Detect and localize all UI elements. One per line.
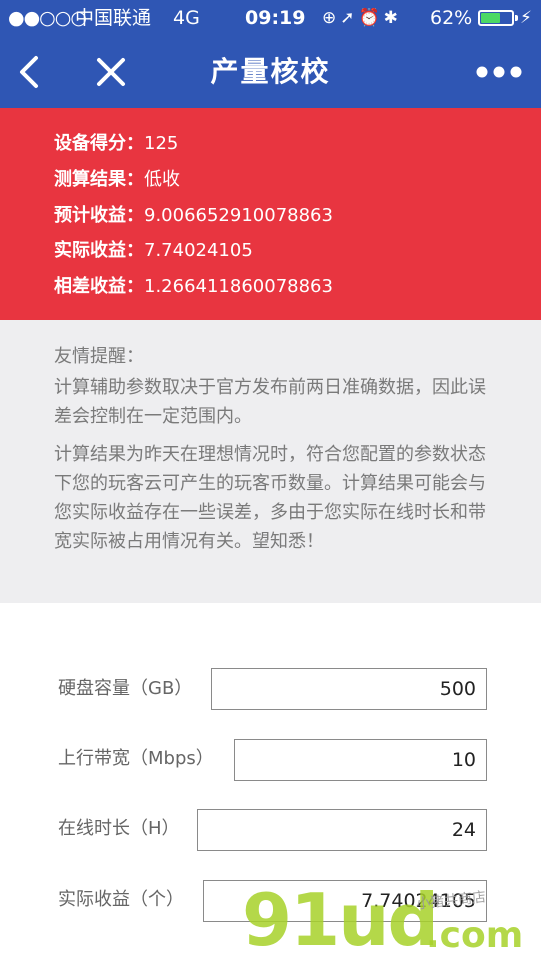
- actual-income-form-label: 实际收益（个）: [58, 889, 184, 910]
- chevron-left-icon: [20, 56, 38, 88]
- online-hours-label: 在线时长（H）: [58, 818, 180, 839]
- page: ●●○○○ 中国联通 4G 09:19 ⊕➚⏰✱ 62% ⚡ 产量核校 设备得分…: [0, 0, 541, 960]
- actual-income-label: 实际收益：: [54, 240, 144, 261]
- notice-panel: 友情提醒： 计算辅助参数取决于官方发布前两日准确数据，因此误差会控制在一定范围内…: [0, 320, 541, 603]
- disk-capacity-input[interactable]: [211, 668, 487, 710]
- charging-icon: ⚡: [520, 8, 532, 28]
- device-score-row: 设备得分：125: [54, 128, 178, 160]
- notice-paragraph-2: 计算结果为昨天在理想情况时，符合您配置的参数状态下您的玩客云可产生的玩客币数量。…: [54, 444, 486, 552]
- calc-result-label: 测算结果：: [54, 169, 144, 190]
- upload-bandwidth-input[interactable]: [234, 739, 487, 781]
- status-icons: ⊕➚⏰✱: [322, 8, 402, 28]
- calc-result-value: 低收: [144, 169, 180, 190]
- carrier-name: 中国联通: [75, 7, 152, 29]
- page-title: 产量核校: [210, 55, 331, 88]
- notice-title: 友情提醒：: [54, 346, 144, 367]
- device-score-label: 设备得分：: [54, 133, 144, 154]
- online-hours-input[interactable]: [197, 809, 487, 851]
- diff-income-label: 相差收益：: [54, 276, 144, 297]
- device-score-value: 125: [144, 133, 179, 154]
- battery-percent: 62%: [430, 7, 473, 29]
- status-time: 09:19: [245, 7, 306, 29]
- actual-income-input[interactable]: [203, 880, 487, 922]
- disk-capacity-label: 硬盘容量（GB）: [58, 678, 193, 699]
- status-bar: ●●○○○ 中国联通 4G 09:19 ⊕➚⏰✱ 62% ⚡: [0, 0, 541, 36]
- upload-bandwidth-label: 上行带宽（Mbps）: [58, 748, 214, 769]
- actual-income-value: 7.74024105: [144, 240, 253, 261]
- network-type: 4G: [173, 7, 200, 29]
- expected-income-row: 预计收益：9.006652910078863: [54, 200, 333, 232]
- actual-income-row: 实际收益：7.74024105: [54, 235, 253, 267]
- more-dots-icon: [476, 66, 522, 78]
- result-panel: 设备得分：125 测算结果：低收 预计收益：9.006652910078863 …: [0, 108, 541, 320]
- expected-income-value: 9.006652910078863: [144, 205, 333, 226]
- calc-result-row: 测算结果：低收: [54, 164, 180, 196]
- diff-income-row: 相差收益：1.266411860078863: [54, 271, 333, 303]
- battery-level-fill: [481, 13, 500, 23]
- battery-cap: [515, 15, 518, 21]
- more-button[interactable]: [474, 62, 524, 82]
- close-button[interactable]: [92, 52, 130, 92]
- close-icon: [97, 58, 125, 86]
- nav-bar: 产量核校: [0, 36, 541, 108]
- notice-paragraph-1: 计算辅助参数取决于官方发布前两日准确数据，因此误差会控制在一定范围内。: [54, 377, 486, 427]
- battery-icon: [478, 10, 514, 26]
- diff-income-value: 1.266411860078863: [144, 276, 333, 297]
- watermark-tld: .com: [426, 915, 524, 956]
- back-button[interactable]: [12, 52, 48, 92]
- expected-income-label: 预计收益：: [54, 205, 144, 226]
